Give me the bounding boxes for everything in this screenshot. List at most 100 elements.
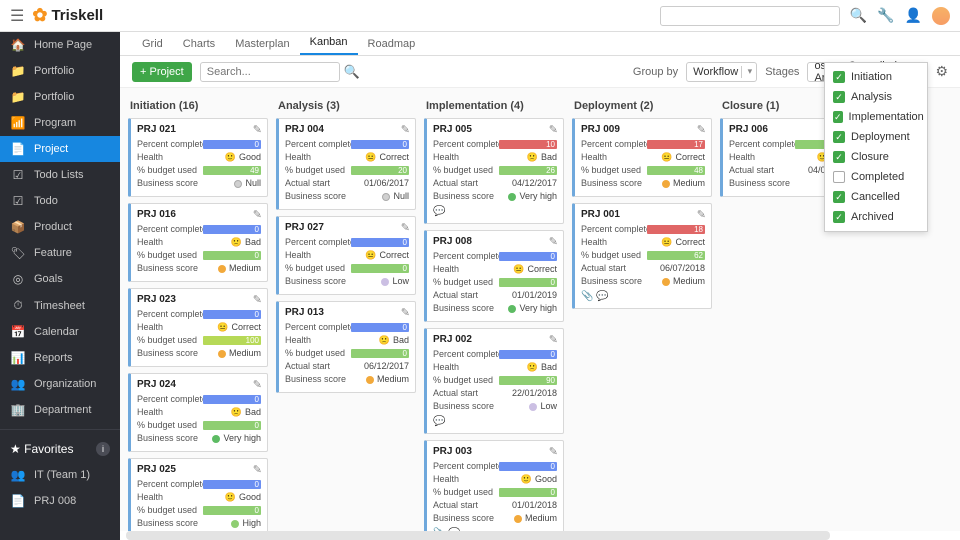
project-card[interactable]: PRJ 005✎Percent complete10Health🙁Bad% bu… <box>424 118 564 224</box>
sidebar-item-todo-lists[interactable]: ☑Todo Lists <box>0 162 120 188</box>
sidebar-item-program[interactable]: 📶Program <box>0 110 120 136</box>
budget-bar: 0 <box>203 251 261 260</box>
field-label: Business score <box>581 177 647 190</box>
card-title: PRJ 013 <box>285 307 409 318</box>
sidebar-item-calendar[interactable]: 📅Calendar <box>0 319 120 345</box>
start-date: 01/01/2018 <box>512 499 557 512</box>
project-card[interactable]: PRJ 027✎Percent complete0Health😐Correct%… <box>276 216 416 295</box>
sidebar-item-goals[interactable]: ◎Goals <box>0 266 120 292</box>
kanban-column: Initiation (16)PRJ 021✎Percent complete0… <box>128 96 268 531</box>
edit-icon[interactable]: ✎ <box>401 123 410 136</box>
stage-option-initiation[interactable]: ✓Initiation <box>825 67 927 87</box>
attachment-icon[interactable]: 📎 <box>581 291 593 302</box>
new-project-button[interactable]: Project <box>132 62 192 82</box>
sidebar-item-portfolio[interactable]: 📁Portfolio <box>0 58 120 84</box>
project-card[interactable]: PRJ 008✎Percent complete0Health😐Correct%… <box>424 230 564 322</box>
project-card[interactable]: PRJ 024✎Percent complete0Health🙁Bad% bud… <box>128 373 268 452</box>
sidebar-icon: 📁 <box>10 90 26 104</box>
project-card[interactable]: PRJ 009✎Percent complete17Health😐Correct… <box>572 118 712 197</box>
comment-icon[interactable]: 💬 <box>433 206 445 217</box>
stage-option-cancelled[interactable]: ✓Cancelled <box>825 187 927 207</box>
group-by-select[interactable]: Workflow <box>686 62 757 82</box>
edit-icon[interactable]: ✎ <box>549 123 558 136</box>
project-card[interactable]: PRJ 001✎Percent complete18Health😐Correct… <box>572 203 712 309</box>
sidebar-item-feature[interactable]: 🏷Feature <box>0 240 120 266</box>
field-label: Actual start <box>581 262 647 275</box>
project-card[interactable]: PRJ 004✎Percent complete0Health😐Correct%… <box>276 118 416 210</box>
field-label: Health <box>433 263 499 276</box>
tab-masterplan[interactable]: Masterplan <box>225 33 299 55</box>
card-footer: 📎 💬 <box>581 291 705 302</box>
project-card[interactable]: PRJ 013✎Percent complete0Health🙁Bad% bud… <box>276 301 416 393</box>
tools-icon[interactable]: 🔧 <box>877 7 894 24</box>
sidebar-item-todo[interactable]: ☑Todo <box>0 188 120 214</box>
tab-roadmap[interactable]: Roadmap <box>358 33 426 55</box>
user-icon[interactable]: 👤 <box>905 7 922 24</box>
search-icon[interactable]: 🔍 <box>850 7 867 24</box>
health-value: Good <box>239 151 261 164</box>
stage-option-analysis[interactable]: ✓Analysis <box>825 87 927 107</box>
edit-icon[interactable]: ✎ <box>253 378 262 391</box>
settings-icon[interactable]: ⚙ <box>935 63 948 80</box>
horizontal-scrollbar[interactable] <box>126 531 830 540</box>
project-card[interactable]: PRJ 003✎Percent complete0Health🙂Good% bu… <box>424 440 564 531</box>
edit-icon[interactable]: ✎ <box>401 306 410 319</box>
field-label: Business score <box>285 190 351 203</box>
info-icon[interactable]: i <box>96 442 110 456</box>
project-card[interactable]: PRJ 021✎Percent complete0Health🙂Good% bu… <box>128 118 268 197</box>
project-card[interactable]: PRJ 002✎Percent complete0Health🙁Bad% bud… <box>424 328 564 434</box>
project-card[interactable]: PRJ 023✎Percent complete0Health😐Correct%… <box>128 288 268 367</box>
sidebar-item-portfolio[interactable]: 📁Portfolio <box>0 84 120 110</box>
favorites-header[interactable]: ★ Favoritesi <box>0 436 120 462</box>
edit-icon[interactable]: ✎ <box>401 221 410 234</box>
favorite-item[interactable]: 📄PRJ 008 <box>0 488 120 514</box>
edit-icon[interactable]: ✎ <box>549 333 558 346</box>
sidebar-item-organization[interactable]: 👥Organization <box>0 371 120 397</box>
edit-icon[interactable]: ✎ <box>253 293 262 306</box>
card-title: PRJ 027 <box>285 222 409 233</box>
stage-option-deployment[interactable]: ✓Deployment <box>825 127 927 147</box>
stage-option-label: Implementation <box>849 111 924 123</box>
tab-charts[interactable]: Charts <box>173 33 225 55</box>
score-value: Medium <box>525 512 557 525</box>
menu-icon[interactable]: ☰ <box>10 6 24 26</box>
sidebar-item-home-page[interactable]: 🏠Home Page <box>0 32 120 58</box>
sidebar-item-project[interactable]: 📄Project <box>0 136 120 162</box>
app-logo[interactable]: ✿Triskell <box>32 5 103 26</box>
favorite-item[interactable]: 👥IT (Team 1) <box>0 462 120 488</box>
tab-grid[interactable]: Grid <box>132 33 173 55</box>
sidebar-item-timesheet[interactable]: ⏱Timesheet <box>0 292 120 319</box>
board-search-icon[interactable]: 🔍 <box>344 64 360 80</box>
sidebar-item-product[interactable]: 📦Product <box>0 214 120 240</box>
stage-option-archived[interactable]: ✓Archived <box>825 207 927 227</box>
health-value: Bad <box>541 361 557 374</box>
health-value: Good <box>535 473 557 486</box>
field-label: Business score <box>137 347 203 360</box>
tab-kanban[interactable]: Kanban <box>300 32 358 55</box>
comment-icon[interactable]: 💬 <box>596 291 608 302</box>
edit-icon[interactable]: ✎ <box>253 463 262 476</box>
edit-icon[interactable]: ✎ <box>697 208 706 221</box>
edit-icon[interactable]: ✎ <box>549 445 558 458</box>
percent-bar: 0 <box>203 395 261 404</box>
comment-icon[interactable]: 💬 <box>433 416 445 427</box>
sidebar-item-label: Goals <box>34 273 63 285</box>
project-card[interactable]: PRJ 016✎Percent complete0Health🙁Bad% bud… <box>128 203 268 282</box>
sidebar-icon: 📶 <box>10 116 26 130</box>
health-value: Correct <box>527 263 557 276</box>
global-search-input[interactable] <box>660 6 840 26</box>
stage-option-closure[interactable]: ✓Closure <box>825 147 927 167</box>
edit-icon[interactable]: ✎ <box>253 208 262 221</box>
field-label: Percent complete <box>285 138 351 151</box>
stage-option-completed[interactable]: Completed <box>825 167 927 187</box>
sidebar-item-reports[interactable]: 📊Reports <box>0 345 120 371</box>
edit-icon[interactable]: ✎ <box>253 123 262 136</box>
score-dot-icon <box>529 403 537 411</box>
edit-icon[interactable]: ✎ <box>549 235 558 248</box>
sidebar-item-department[interactable]: 🏢Department <box>0 397 120 423</box>
stage-option-implementation[interactable]: ✓Implementation <box>825 107 927 127</box>
avatar[interactable] <box>932 7 950 25</box>
board-search-input[interactable] <box>200 62 340 82</box>
project-card[interactable]: PRJ 025✎Percent complete0Health🙂Good% bu… <box>128 458 268 531</box>
edit-icon[interactable]: ✎ <box>697 123 706 136</box>
